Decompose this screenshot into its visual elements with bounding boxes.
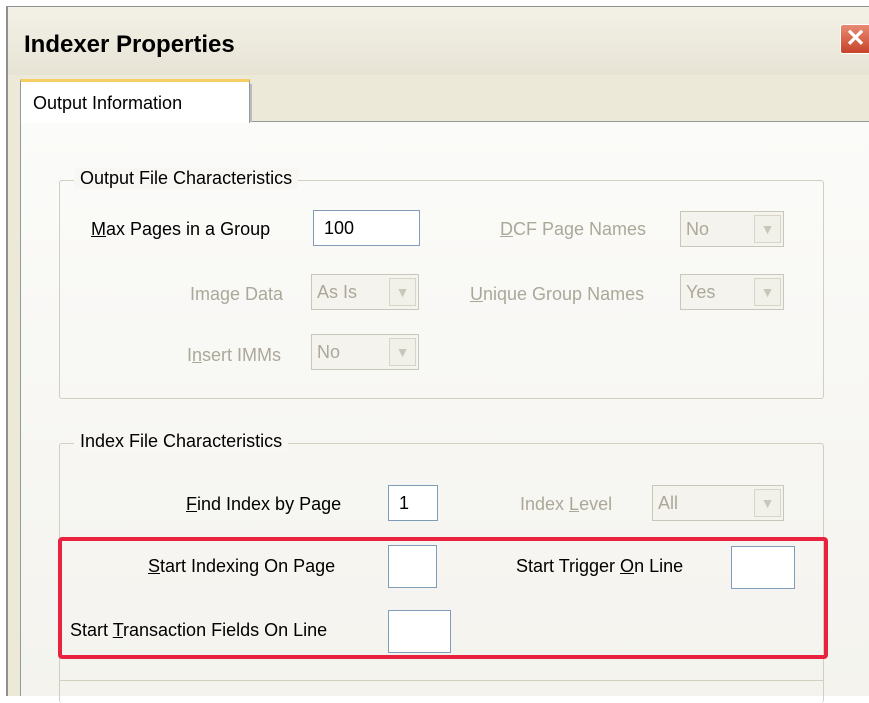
chevron-down-icon[interactable]: ▼ xyxy=(754,278,781,306)
image-data-select[interactable]: As Is ▼ xyxy=(311,274,419,310)
chevron-down-icon[interactable]: ▼ xyxy=(754,489,781,517)
max-pages-label: Max Pages in a Group xyxy=(91,219,271,239)
max-pages-input[interactable]: 100 xyxy=(313,210,420,246)
title-bar[interactable]: Indexer Properties xyxy=(8,7,869,75)
dialog-title: Indexer Properties xyxy=(24,31,235,58)
index-level-label: Index Level xyxy=(520,494,613,514)
find-index-value: 1 xyxy=(399,493,410,513)
max-pages-value: 100 xyxy=(324,218,355,238)
dcf-page-names-label: DCF Page Names xyxy=(500,219,647,239)
group-label-output: Output File Characteristics xyxy=(74,168,299,189)
insert-imms-value: No xyxy=(317,342,341,362)
insert-imms-select[interactable]: No ▼ xyxy=(311,334,419,370)
image-data-label: Image Data xyxy=(190,284,284,304)
dcf-page-names-select[interactable]: No ▼ xyxy=(680,211,784,247)
index-level-select[interactable]: All ▼ xyxy=(652,485,784,521)
tab-label: Output Information xyxy=(33,93,183,113)
find-index-label: Find Index by Page xyxy=(186,494,342,514)
unique-group-names-label: Unique Group Names xyxy=(470,284,645,304)
chevron-down-icon[interactable]: ▼ xyxy=(389,278,416,306)
dcf-page-names-value: No xyxy=(686,219,710,239)
close-icon: ✕ xyxy=(845,25,866,52)
image-data-value: As Is xyxy=(317,282,358,302)
find-index-input[interactable]: 1 xyxy=(388,485,438,521)
highlight-box xyxy=(58,537,828,659)
group-label-index: Index File Characteristics xyxy=(74,431,289,452)
divider xyxy=(60,680,823,681)
insert-imms-label: Insert IMMs xyxy=(187,345,282,365)
chevron-down-icon[interactable]: ▼ xyxy=(389,338,416,366)
close-button[interactable]: ✕ xyxy=(840,24,869,54)
tab-output-information[interactable]: Output Information xyxy=(20,79,250,123)
unique-group-names-select[interactable]: Yes ▼ xyxy=(680,274,784,310)
index-level-value: All xyxy=(658,493,679,513)
unique-group-names-value: Yes xyxy=(686,282,716,302)
chevron-down-icon[interactable]: ▼ xyxy=(754,215,781,243)
